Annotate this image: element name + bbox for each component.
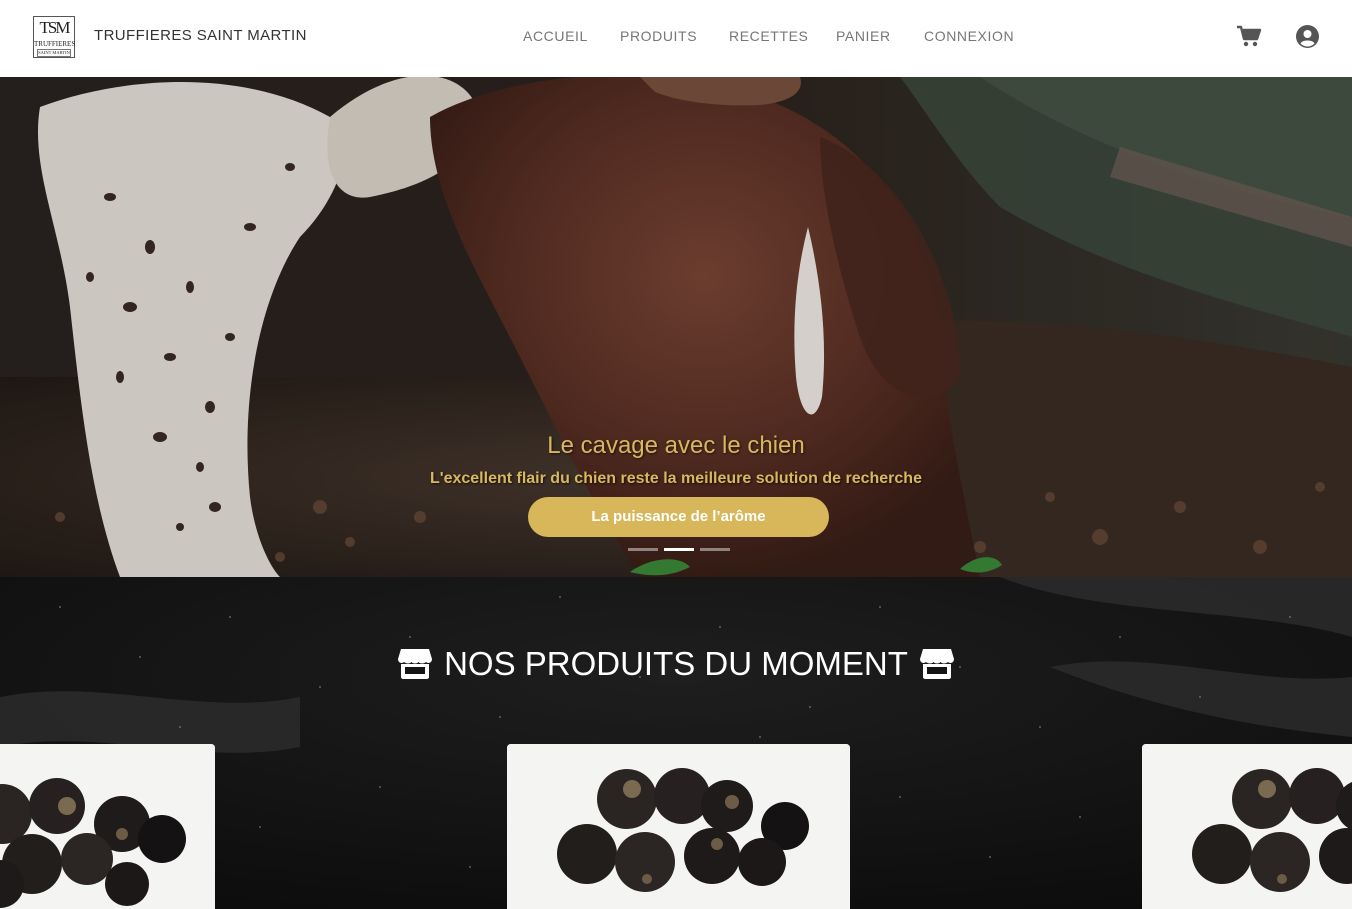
truffles-image [507,744,850,909]
nav-link-connexion[interactable]: CONNEXION [924,28,1014,44]
product-card-2[interactable] [507,744,850,909]
nav-link-recettes[interactable]: RECETTES [729,28,808,44]
brand-logo[interactable]: TSM TRUFFIERES SAINT MARTIN [33,16,75,58]
truffles-image [0,744,215,909]
truffles-image [1142,744,1352,909]
carousel-indicator-2[interactable] [664,548,694,551]
cart-icon[interactable] [1236,24,1262,53]
section-title: NOS PRODUITS DU MOMENT [444,645,908,682]
brand-name[interactable]: TRUFFIERES SAINT MARTIN [94,27,307,44]
user-circle-icon[interactable] [1296,25,1319,53]
logo-monogram: TSM [39,18,71,37]
product-card-1[interactable] [0,744,215,909]
carousel-indicator-3[interactable] [700,548,730,551]
hero-cta-button[interactable]: La puissance de l’arôme [528,497,829,537]
nav-link-produits[interactable]: PRODUITS [620,28,697,44]
navbar: TSM TRUFFIERES SAINT MARTIN TRUFFIERES S… [0,0,1352,77]
hero-title: Le cavage avec le chien [547,432,805,459]
logo-text-line1: TRUFFIERES [34,40,76,48]
store-icon [919,647,954,687]
featured-products-section: NOS PRODUITS DU MOMENT [0,577,1352,909]
logo-text-line2: SAINT MARTIN [37,49,71,57]
hero-carousel: Le cavage avec le chien L'excellent flai… [0,77,1352,577]
product-card-3[interactable] [1142,744,1352,909]
carousel-indicator-1[interactable] [628,548,658,551]
nav-link-accueil[interactable]: ACCUEIL [523,28,588,44]
nav-link-panier[interactable]: PANIER [836,28,891,44]
section-title-row: NOS PRODUITS DU MOMENT [0,645,1352,687]
hero-subtitle: L'excellent flair du chien reste la meil… [430,470,922,487]
store-icon [398,647,433,687]
